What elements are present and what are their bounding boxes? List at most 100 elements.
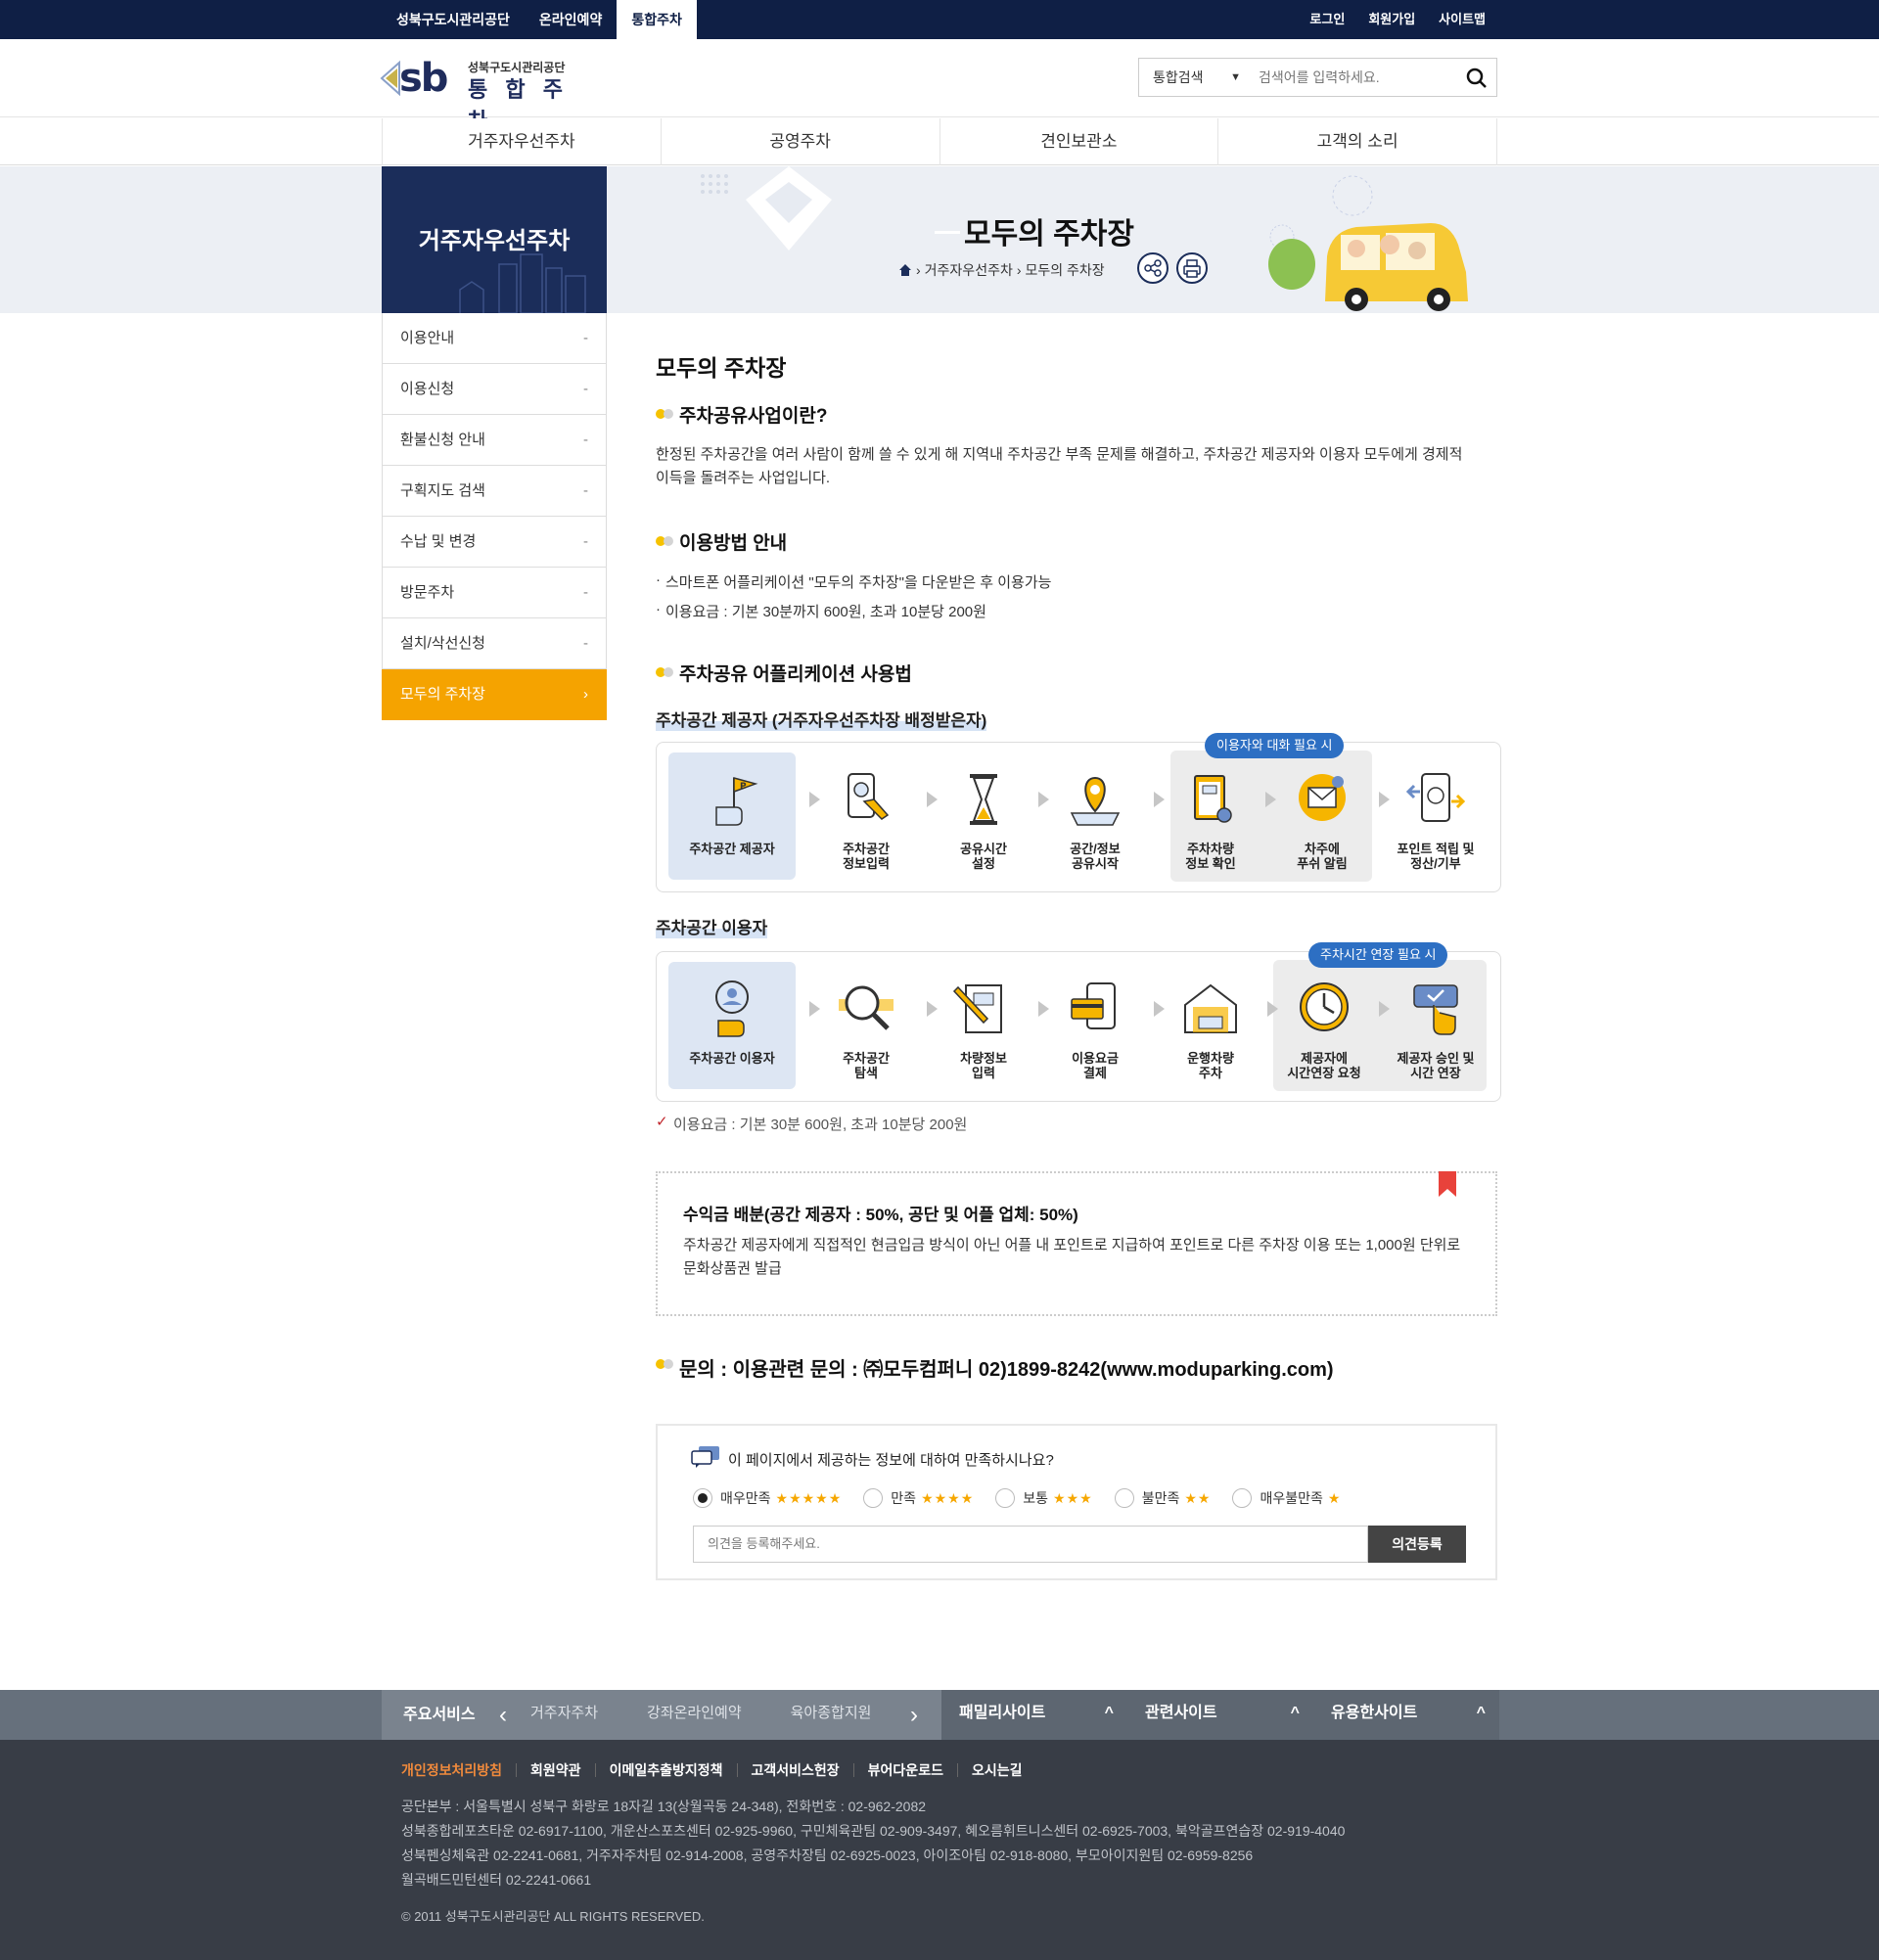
check-icon: ✓	[656, 1114, 668, 1130]
footer-link-service-charter[interactable]: 고객서비스헌장	[736, 1763, 853, 1777]
home-icon[interactable]	[898, 263, 912, 277]
gnb-public-parking[interactable]: 공영주차	[662, 118, 940, 165]
radio-button-checked[interactable]	[693, 1488, 712, 1508]
star-rating-icon: ★★★★★	[775, 1489, 843, 1506]
lnb-item-label: 수납 및 변경	[400, 533, 477, 550]
flow-step: 주차공간 이용자	[683, 978, 781, 1066]
collapse-icon: -	[583, 432, 588, 448]
search-icon[interactable]	[1465, 67, 1489, 90]
user-flow-diagram: 주차시간 연장 필요 시 주차공간 이용자 주차공간 탐색 차량정보 입력 이용…	[656, 942, 1501, 1102]
breadcrumb-item[interactable]: 모두의 주차장	[1026, 260, 1105, 280]
footer-link-email-policy[interactable]: 이메일추출방지정책	[594, 1763, 737, 1777]
lnb-item-install-remove[interactable]: 설치/삭선신청 -	[382, 618, 607, 669]
search-input[interactable]	[1249, 59, 1454, 96]
chevron-down-icon: ▼	[1230, 71, 1241, 83]
flow-step: 차주에 푸쉬 알림	[1273, 768, 1371, 871]
flow-step-label: 주차공간 정보입력	[843, 842, 890, 871]
radio-button[interactable]	[1114, 1488, 1134, 1508]
collapse-icon: -	[583, 584, 588, 601]
lnb-item-apply[interactable]: 이용신청 -	[382, 364, 607, 415]
lnb-item-payment-change[interactable]: 수납 및 변경 -	[382, 517, 607, 568]
main-services-list: 거주자주차 강좌온라인예약 육아종합지원	[530, 1690, 893, 1736]
nav-link-integrated-parking[interactable]: 통합주차	[617, 0, 697, 39]
lnb-item-label: 환불신청 안내	[400, 432, 485, 448]
breadcrumb-item[interactable]: 거주자우선주차	[925, 260, 1013, 280]
card-payment-icon	[1071, 982, 1116, 1029]
survey-option-label: 만족	[891, 1490, 917, 1506]
provider-flow-title: 주차공간 제공자 (거주자우선주차장 배정받은자)	[656, 707, 987, 731]
service-link[interactable]: 육아종합지원	[791, 1690, 872, 1736]
footer-link-privacy[interactable]: 개인정보처리방침	[401, 1763, 516, 1777]
top-utility-bar: 성북구도시관리공단 온라인예약 통합주차 로그인 회원가입 사이트맵	[0, 0, 1879, 39]
flow-step-label: 포인트 적립 및 정산/기부	[1397, 842, 1475, 871]
star-rating-icon: ★	[1327, 1489, 1342, 1506]
site-logo[interactable]: sb 성북구도시관리공단 통 합 주 차	[380, 57, 577, 133]
contact-heading: 문의 : 이용관련 문의 : ㈜모두컴퍼니 02)1899-8242(www.m…	[656, 1353, 1334, 1382]
family-car-illustration	[1268, 175, 1468, 311]
opinion-input[interactable]: 의견을 등록해주세요.	[693, 1526, 1368, 1563]
print-button[interactable]	[1176, 252, 1208, 284]
chevron-left-icon[interactable]: ‹	[499, 1690, 507, 1740]
radio-button[interactable]	[995, 1488, 1016, 1508]
lnb-item-map-search[interactable]: 구획지도 검색 -	[382, 466, 607, 517]
title-accent-line	[935, 231, 960, 234]
section-heading-text: 주차공유 어플리케이션 사용법	[679, 664, 912, 685]
nav-link-corporation[interactable]: 성북구도시관리공단	[382, 0, 525, 39]
service-link[interactable]: 거주자주차	[530, 1690, 598, 1736]
bullet-dots-icon	[656, 536, 675, 546]
search-scope-select[interactable]: 통합검색 ▼	[1139, 59, 1249, 96]
survey-option-very-dissatisfied[interactable]: 매우불만족 ★	[1232, 1488, 1341, 1508]
radio-button[interactable]	[863, 1488, 884, 1508]
gnb-tow-storage[interactable]: 견인보관소	[940, 118, 1219, 165]
share-button[interactable]	[1137, 252, 1169, 284]
coin-phone-icon	[1405, 773, 1466, 822]
lnb-item-guide[interactable]: 이용안내 -	[382, 313, 607, 364]
footer-link-terms[interactable]: 회원약관	[516, 1763, 595, 1777]
survey-option-neutral[interactable]: 보통 ★★★	[995, 1488, 1092, 1508]
nav-link-online-reservation[interactable]: 온라인예약	[525, 0, 617, 39]
breadcrumb-separator: ›	[916, 262, 921, 278]
chevron-up-icon: ^	[1476, 1705, 1486, 1721]
section-title-box: 거주자우선주차	[382, 166, 607, 313]
survey-option-dissatisfied[interactable]: 불만족 ★★	[1114, 1488, 1212, 1508]
family-site-select[interactable]: 패밀리사이트 ^	[941, 1690, 1127, 1740]
survey-question: 이 페이지에서 제공하는 정보에 대하여 만족하시나요?	[728, 1452, 1054, 1469]
revenue-share-title: 수익금 배분(공간 제공자 : 50%, 공단 및 어플 업체: 50%)	[683, 1206, 1078, 1224]
footer-link-directions[interactable]: 오시는길	[956, 1763, 1036, 1777]
related-site-label: 관련사이트	[1145, 1705, 1217, 1721]
hourglass-icon	[970, 774, 997, 825]
bookmark-icon	[1439, 1171, 1456, 1197]
related-site-select[interactable]: 관련사이트 ^	[1127, 1690, 1313, 1740]
flow-step: 주차공간 탐색	[817, 978, 915, 1080]
flow-step: 포인트 적립 및 정산/기부	[1387, 768, 1485, 871]
svg-text:P: P	[740, 782, 747, 792]
section-heading: 주차공유사업이란?	[656, 401, 827, 428]
footer-link-viewer-download[interactable]: 뷰어다운로드	[852, 1763, 957, 1777]
radio-button[interactable]	[1232, 1488, 1253, 1508]
footer-links: 개인정보처리방침 회원약관 이메일추출방지정책 고객서비스헌장 뷰어다운로드 오…	[401, 1763, 1035, 1777]
chevron-right-icon[interactable]: ›	[910, 1690, 918, 1740]
lnb-item-visitor-parking[interactable]: 방문주차 -	[382, 568, 607, 618]
star-rating-icon: ★★★★	[921, 1489, 975, 1506]
lnb-item-modu-parking[interactable]: 모두의 주차장 ›	[382, 669, 607, 720]
gnb-resident-parking[interactable]: 거주자우선주차	[383, 118, 662, 165]
lnb-item-label: 이용안내	[400, 330, 455, 346]
survey-option-satisfied[interactable]: 만족 ★★★★	[863, 1488, 974, 1508]
join-link[interactable]: 회원가입	[1356, 0, 1427, 39]
gnb-customer-voice[interactable]: 고객의 소리	[1218, 118, 1497, 165]
flow-step: 공간/정보 공유시작	[1046, 768, 1144, 871]
optional-step-tag: 주차시간 연장 필요 시	[1308, 942, 1448, 968]
opinion-submit-button[interactable]: 의견등록	[1368, 1526, 1466, 1563]
push-mail-icon	[1299, 774, 1346, 821]
copyright: © 2011 성북구도시관리공단 ALL RIGHTS RESERVED.	[401, 1909, 705, 1924]
useful-site-select[interactable]: 유용한사이트 ^	[1313, 1690, 1499, 1740]
service-link[interactable]: 강좌온라인예약	[647, 1690, 742, 1736]
lnb-item-label: 이용신청	[400, 381, 455, 397]
lnb-item-refund[interactable]: 환불신청 안내 -	[382, 415, 607, 466]
bullet-dots-icon	[656, 409, 675, 419]
member-nav: 로그인 회원가입 사이트맵	[1298, 0, 1497, 39]
parking-flag-hand-icon: P	[715, 777, 758, 826]
login-link[interactable]: 로그인	[1298, 0, 1356, 39]
survey-option-very-satisfied[interactable]: 매우만족 ★★★★★	[693, 1488, 842, 1508]
sitemap-link[interactable]: 사이트맵	[1427, 0, 1497, 39]
